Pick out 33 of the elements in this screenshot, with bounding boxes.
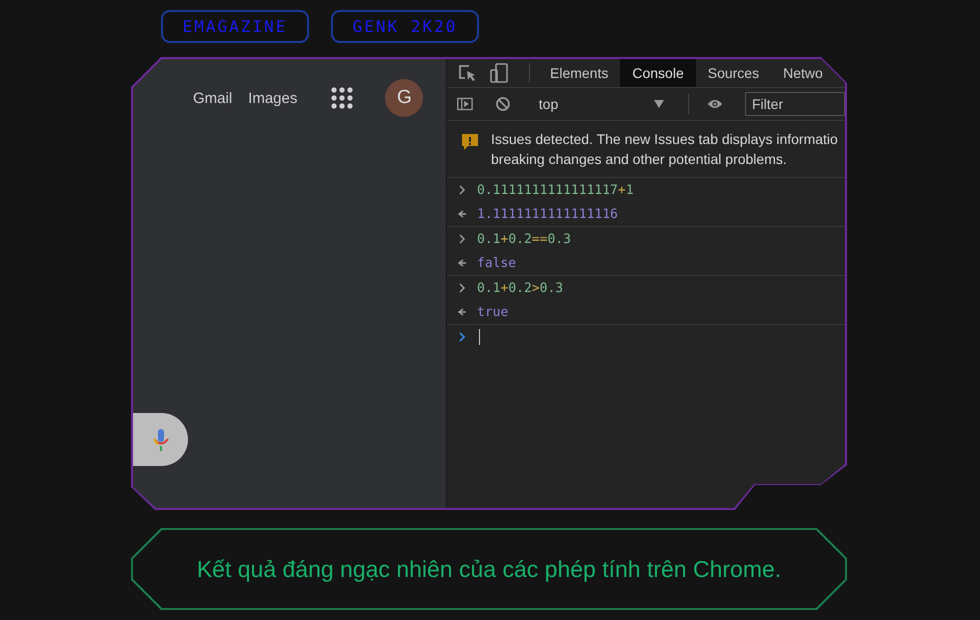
- console-result: true: [477, 304, 508, 320]
- devtools-tab[interactable]: Console: [620, 59, 696, 87]
- text-cursor: [479, 329, 480, 345]
- devtools-tab[interactable]: Sources: [696, 59, 772, 87]
- filter-field[interactable]: Filter: [745, 92, 845, 116]
- header-link[interactable]: Gmail: [193, 90, 232, 106]
- result-arrow-icon: [457, 258, 467, 268]
- result-arrow-icon: [457, 209, 467, 219]
- prompt-chevron-icon: [457, 332, 467, 342]
- warning-icon: [461, 133, 479, 151]
- console-command: 0.1111111111111117+1: [477, 182, 634, 198]
- issues-message: Issues detected. The new Issues tab displays informatio breaking changes and other potential problems.: [491, 130, 839, 169]
- devtools-tab[interactable]: Netwo: [771, 59, 835, 87]
- input-chevron-icon: [457, 185, 467, 195]
- caption: Kết quả đáng ngạc nhiên của các phép tính trên Chrome.: [196, 556, 782, 582]
- device-toolbar-icon[interactable]: [489, 63, 509, 83]
- account-avatar[interactable]: G: [385, 79, 424, 117]
- console-result: false: [477, 256, 516, 270]
- console-command: 0.1+0.2>0.3: [477, 280, 564, 296]
- header-link[interactable]: Images: [248, 90, 298, 106]
- voice-search-button[interactable]: [133, 413, 188, 466]
- console-result: 1.1111111111111116: [477, 206, 618, 222]
- clear-console-icon[interactable]: [494, 94, 511, 114]
- console-command: 0.1+0.2==0.3: [477, 232, 571, 246]
- devtools-tab[interactable]: Elements: [538, 59, 620, 87]
- inspect-element-icon[interactable]: [457, 63, 477, 83]
- context-dropdown[interactable]: top: [532, 96, 670, 112]
- microphone-icon: [152, 428, 170, 452]
- caret-icon: [654, 100, 664, 108]
- input-chevron-icon: [457, 234, 467, 244]
- apps-grid-icon[interactable]: [331, 87, 354, 109]
- input-chevron-icon: [457, 283, 467, 293]
- result-arrow-icon: [457, 307, 467, 317]
